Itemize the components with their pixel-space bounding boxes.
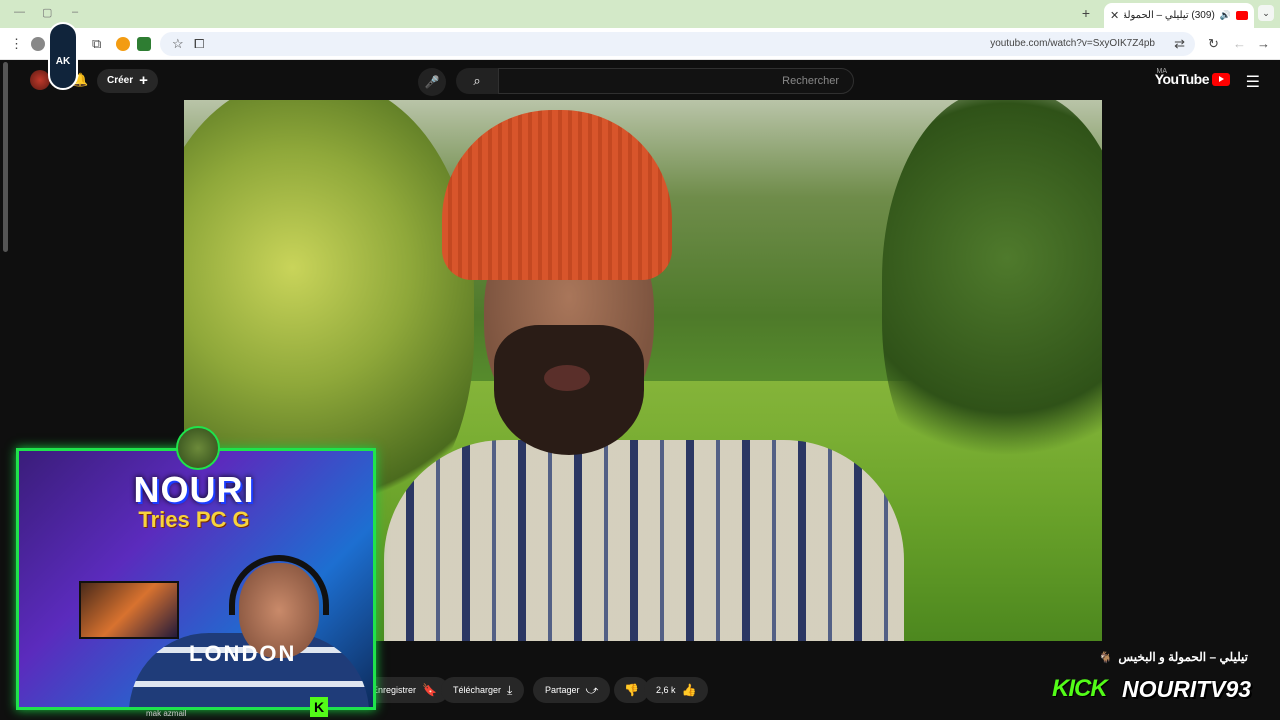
tab-search-icon[interactable]: ⌄ [1258, 5, 1274, 21]
extensions-icon[interactable]: ⧉ [92, 36, 101, 52]
youtube-logo[interactable]: YouTube [1155, 71, 1230, 87]
plaid-shirt [384, 440, 904, 641]
create-button[interactable]: Créer + [97, 69, 158, 93]
kick-logo: KICK [1052, 675, 1108, 702]
like-button[interactable]: 2,6 k 👍 [644, 677, 709, 703]
extension-counter-icon[interactable] [137, 37, 151, 51]
bookmark-star-icon[interactable]: ☆ [172, 36, 184, 52]
search-icon: ⌕ [473, 73, 481, 88]
install-app-icon[interactable]: ⧠ [194, 36, 204, 52]
close-tab-icon[interactable]: ✕ [1110, 9, 1119, 22]
screen: — ▢ – + 🔊 (309) تيليلي – الحمولة و البخي… [0, 0, 1280, 720]
active-tab[interactable]: 🔊 (309) تيليلي – الحمولة و البخيس ✕ [1104, 3, 1254, 28]
youtube-header: 🔔 Créer + 🎤 ⌕ Rechercher MA YouTube ☰ [0, 60, 1280, 100]
address-bar[interactable]: ☆ ⧠ youtube.com/watch?v=SxyOIK7Z4pb ⇄ [160, 32, 1195, 56]
save-label: Enregistrer [372, 685, 417, 695]
like-count: 2,6 k [656, 685, 676, 695]
download-button[interactable]: Télécharger ⤓ [441, 677, 525, 703]
audio-icon[interactable]: 🔊 [1220, 10, 1231, 21]
url-text: youtube.com/watch?v=SxyOIK7Z4pb [990, 38, 1155, 49]
page-scrollbar[interactable] [3, 62, 8, 252]
badge-text: AK [55, 56, 71, 67]
browser-tab-strip: — ▢ – + 🔊 (309) تيليلي – الحمولة و البخي… [0, 0, 1280, 28]
forward-icon[interactable]: ← [1233, 36, 1246, 52]
download-icon: ⤓ [507, 682, 513, 697]
share-icon: ⤻ [585, 682, 599, 697]
mouth [544, 365, 590, 391]
kick-channel-name: NOURITV93 [1122, 676, 1252, 702]
search-input[interactable]: Rechercher [498, 68, 854, 94]
maximize-icon[interactable]: ▢ [42, 6, 52, 19]
profile-avatar-icon[interactable] [31, 37, 45, 51]
flag-icon: 🐐 [1098, 651, 1113, 664]
menu-dots-icon[interactable]: ⋮ [10, 36, 23, 52]
cam-banner: NOURI Tries PC G [69, 469, 319, 533]
account-avatar[interactable] [30, 70, 50, 90]
cam-avatar [176, 426, 220, 470]
voice-search-mic-icon[interactable]: 🎤 [418, 68, 446, 96]
window-control-icon[interactable]: – [72, 6, 78, 18]
video-person [384, 110, 904, 641]
extension-icon[interactable] [116, 37, 130, 51]
share-label: Partager [545, 685, 580, 695]
youtube-play-icon [1212, 72, 1230, 86]
share-button[interactable]: Partager ⤻ [533, 677, 611, 703]
cam-title: NOURI [133, 469, 255, 510]
bookmark-icon: 🔖 [422, 683, 437, 697]
browser-toolbar: ⋮ ⧉ ☆ ⧠ youtube.com/watch?v=SxyOIK7Z4pb … [0, 28, 1280, 60]
youtube-favicon-icon [1236, 11, 1248, 20]
tab-title: (309) تيليلي – الحمولة و البخيس [1124, 10, 1215, 21]
back-icon[interactable]: → [1257, 36, 1270, 52]
reload-icon[interactable]: ↻ [1208, 36, 1219, 52]
video-title-text: تيليلي – الحمولة و البخيس [1118, 650, 1248, 664]
site-settings-icon[interactable]: ⇄ [1174, 36, 1185, 52]
cam-subtitle: Tries PC G [138, 507, 250, 532]
minimize-icon[interactable]: — [14, 6, 25, 18]
new-tab-button[interactable]: + [1082, 5, 1090, 21]
thumbs-down-icon: 👎 [624, 683, 639, 697]
plus-icon: + [139, 72, 148, 89]
create-label: Créer [107, 75, 134, 86]
cam-bottom-text: mak azmail [146, 709, 187, 718]
search-placeholder: Rechercher [782, 75, 839, 87]
headset [229, 555, 329, 615]
streamer-webcam-overlay: NOURI Tries PC G LONDON [16, 448, 376, 710]
channel-badge: AK [48, 22, 78, 90]
youtube-logo-text: YouTube [1154, 71, 1210, 87]
download-label: Télécharger [453, 685, 502, 695]
thumbs-up-icon: 👍 [681, 683, 697, 697]
hoodie-text: LONDON [189, 641, 297, 666]
orange-beanie [442, 110, 672, 280]
search-button[interactable]: ⌕ [456, 68, 498, 94]
hamburger-menu-icon[interactable]: ☰ [1246, 72, 1260, 92]
video-title: تيليلي – الحمولة و البخيس 🐐 [1099, 650, 1248, 664]
streamer [129, 555, 369, 707]
kick-k-icon: K [310, 697, 328, 717]
video-tree-right [882, 100, 1102, 510]
